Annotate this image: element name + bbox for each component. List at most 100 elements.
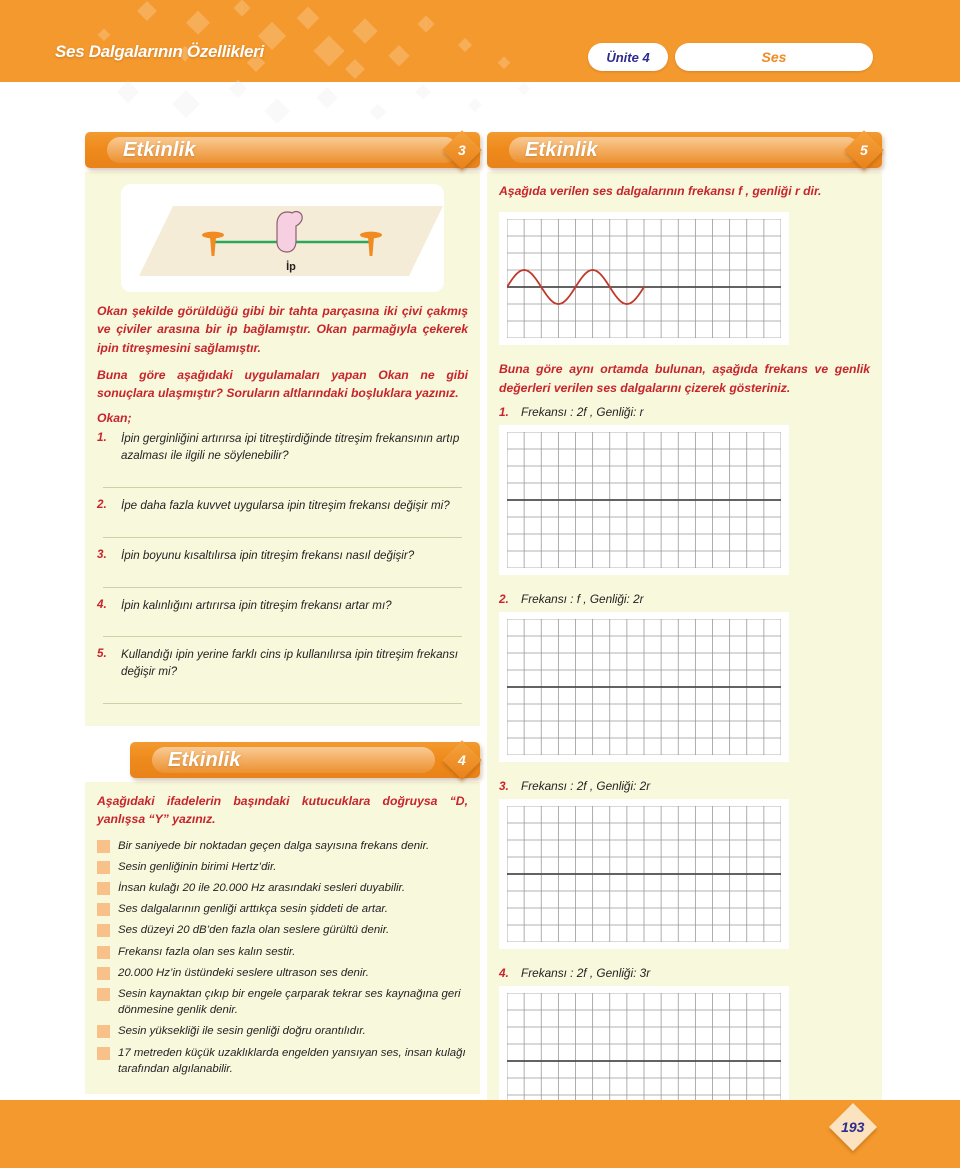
question-text: İpin kalınlığını artırırsa ipin titreşim… — [121, 598, 392, 612]
activity-3-intro-1: Okan şekilde görüldüğü gibi bir tahta pa… — [97, 304, 468, 355]
answer-checkbox[interactable] — [97, 1025, 110, 1039]
activity-3-intro-2: Buna göre aşağıdaki uygulamaları yapan O… — [97, 367, 468, 401]
item-text: Frekansı : 2f , Genliği: 2r — [521, 778, 651, 793]
activity-3-header: Etkinlik 3 — [85, 130, 482, 172]
item-number: 2. — [499, 591, 509, 606]
statement-text: Frekansı fazla olan ses kalın sestir. — [118, 945, 296, 958]
header-swoosh-decoration — [116, 79, 531, 124]
activity-5-item-1-label: 1. Frekansı : 2f , Genliği: r — [499, 405, 870, 419]
statement-text: Sesin kaynaktan çıkıp bir engele çarpara… — [118, 987, 461, 1017]
list-item: Sesin genliğinin birimi Hertz’dir. — [97, 859, 468, 875]
answer-line-4[interactable] — [103, 636, 462, 638]
statement-text: Sesin yüksekliği ile sesin genliği doğru… — [118, 1025, 366, 1038]
answer-grid-2[interactable] — [507, 618, 781, 755]
question-number: 4. — [97, 597, 107, 611]
illustration-svg: İp — [139, 206, 443, 276]
unit-pill[interactable]: Ünite 4 — [588, 43, 668, 71]
activity-5-intro: Aşağıda verilen ses dalgalarının frekans… — [499, 184, 822, 198]
item-number: 3. — [499, 778, 509, 793]
activity-5-item-4-label: 4. Frekansı : 2f , Genliği: 3r — [499, 966, 870, 980]
topic-pill[interactable]: Ses — [675, 43, 873, 71]
question-number: 5. — [97, 647, 107, 661]
answer-checkbox[interactable] — [97, 860, 110, 874]
list-item: Sesin kaynaktan çıkıp bir engele çarpara… — [97, 986, 468, 1018]
answer-grid-1[interactable] — [507, 431, 781, 568]
activity-3-badge-number: 3 — [458, 141, 466, 158]
answer-grid-card-2[interactable] — [499, 611, 789, 762]
answer-checkbox[interactable] — [97, 903, 110, 917]
true-false-list: Bir saniyede bir noktadan geçen dalga sa… — [97, 838, 468, 1077]
page-number: 193 — [841, 1118, 865, 1135]
activity-3-question-5: 5. Kullandığı ipin yerine farklı cins ip… — [97, 647, 468, 681]
answer-line-2[interactable] — [103, 536, 462, 538]
activity-4-label: Etkinlik — [168, 749, 241, 772]
question-text: İpin boyunu kısaltılırsa ipin titreşim f… — [121, 548, 415, 562]
left-column: Etkinlik 3 İp Okan şekilde görüldüğü gib… — [85, 130, 482, 1094]
activity-5-item-3-label: 3. Frekansı : 2f , Genliği: 2r — [499, 779, 870, 793]
answer-checkbox[interactable] — [97, 987, 110, 1001]
question-number: 1. — [97, 431, 107, 445]
answer-line-5[interactable] — [103, 703, 462, 705]
list-item: Bir saniyede bir noktadan geçen dalga sa… — [97, 838, 468, 854]
item-text: Frekansı : f , Genliği: 2r — [521, 591, 644, 606]
question-number: 2. — [97, 498, 107, 512]
unit-pill-label: Ünite 4 — [606, 49, 650, 65]
statement-text: Ses dalgalarının genliği arttıkça sesin … — [118, 903, 388, 916]
statement-text: Sesin genliğinin birimi Hertz’dir. — [118, 860, 277, 873]
activity-3-label: Etkinlik — [123, 139, 196, 161]
right-column: Etkinlik 5 Aşağıda verilen ses dalgaları… — [487, 130, 884, 1157]
string-experiment-illustration: İp — [121, 184, 444, 292]
answer-checkbox[interactable] — [97, 839, 110, 853]
answer-checkbox[interactable] — [97, 1046, 110, 1060]
answer-grid-card-1[interactable] — [499, 424, 789, 575]
statement-text: Bir saniyede bir noktadan geçen dalga sa… — [118, 839, 430, 852]
answer-grid-3[interactable] — [507, 805, 781, 942]
item-number: 1. — [499, 404, 509, 419]
answer-checkbox[interactable] — [97, 966, 110, 980]
list-item: Ses dalgalarının genliği arttıkça sesin … — [97, 901, 468, 917]
reference-wave-graph — [507, 219, 781, 339]
page-footer-band — [0, 1100, 960, 1168]
answer-checkbox[interactable] — [97, 924, 110, 938]
reference-wave-card — [499, 212, 789, 346]
statement-text: 17 metreden küçük uzaklıklarda engelden … — [118, 1046, 466, 1075]
activity-5-label: Etkinlik — [525, 139, 598, 161]
answer-line-3[interactable] — [103, 586, 462, 588]
question-text: İpin gerginliğini artırırsa ipi titreşti… — [121, 432, 460, 463]
statement-text: Ses düzeyi 20 dB’den fazla olan seslere … — [118, 924, 390, 937]
list-item: 17 metreden küçük uzaklıklarda engelden … — [97, 1045, 468, 1077]
activity-3-question-2: 2. İpe daha fazla kuvvet uygularsa ipin … — [97, 498, 468, 515]
activity-5-badge-number: 5 — [860, 141, 868, 158]
question-text: Kullandığı ipin yerine farklı cins ip ku… — [121, 648, 459, 679]
answer-grid-card-3[interactable] — [499, 798, 789, 949]
list-item: 20.000 Hz’in üstündeki seslere ultrason … — [97, 965, 468, 981]
activity-4-panel: Aşağıdaki ifadelerin başındaki kutucukla… — [85, 782, 480, 1094]
answer-checkbox[interactable] — [97, 882, 110, 896]
activity-4-instruction: Aşağıdaki ifadelerin başındaki kutucukla… — [97, 794, 468, 827]
activity-4-header: Etkinlik 4 — [85, 740, 482, 782]
item-number: 4. — [499, 965, 509, 980]
activity-3-question-3: 3. İpin boyunu kısaltılırsa ipin titreşi… — [97, 548, 468, 565]
list-item: Frekansı fazla olan ses kalın sestir. — [97, 944, 468, 960]
activity-4-badge-number: 4 — [458, 752, 466, 769]
list-item: İnsan kulağı 20 ile 20.000 Hz arasındaki… — [97, 880, 468, 896]
topic-pill-label: Ses — [761, 49, 787, 65]
header-pill-group: Ünite 4 Ses — [588, 43, 873, 71]
item-text: Frekansı : 2f , Genliği: 3r — [521, 965, 651, 980]
item-text: Frekansı : 2f , Genliği: r — [521, 404, 644, 419]
activity-5-item-2-label: 2. Frekansı : f , Genliği: 2r — [499, 592, 870, 606]
statement-text: 20.000 Hz’in üstündeki seslere ultrason … — [118, 966, 369, 979]
answer-line-1[interactable] — [103, 487, 462, 489]
question-number: 3. — [97, 547, 107, 561]
activity-5-panel: Aşağıda verilen ses dalgalarının frekans… — [487, 172, 882, 1157]
activity-3-question-1: 1. İpin gerginliğini artırırsa ipi titre… — [97, 431, 468, 465]
statement-text: İnsan kulağı 20 ile 20.000 Hz arasındaki… — [118, 882, 406, 895]
activity-3-panel: İp Okan şekilde görüldüğü gibi bir tahta… — [85, 172, 480, 727]
list-item: Ses düzeyi 20 dB’den fazla olan seslere … — [97, 922, 468, 938]
activity-3-actor-label: Okan; — [97, 411, 132, 426]
activity-5-instruction: Buna göre aynı ortamda bulunan, aşağıda … — [499, 362, 870, 395]
chapter-title: Ses Dalgalarının Özellikleri — [55, 42, 264, 61]
question-text: İpe daha fazla kuvvet uygularsa ipin tit… — [121, 499, 450, 513]
answer-checkbox[interactable] — [97, 945, 110, 959]
page-header-band: Ses Dalgalarının Özellikleri Ünite 4 Ses — [0, 0, 960, 82]
